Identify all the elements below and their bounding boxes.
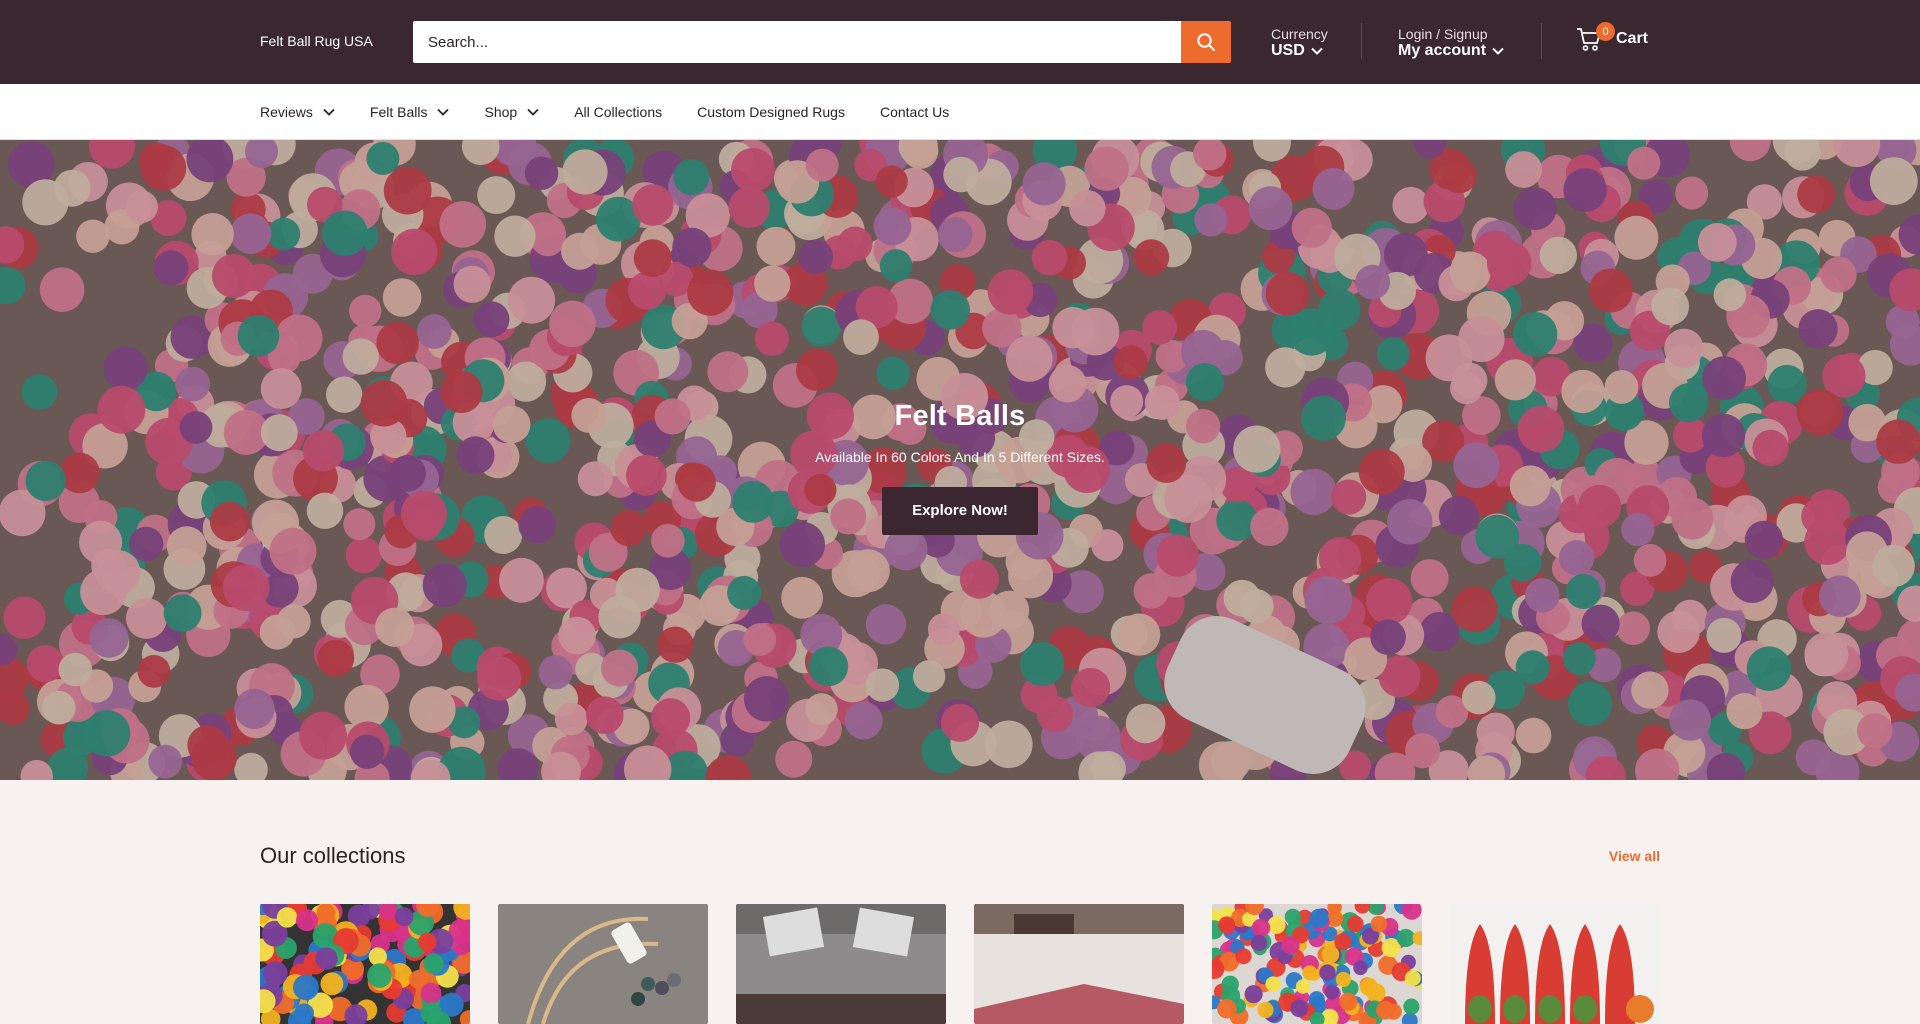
currency-value: USD — [1271, 42, 1305, 59]
nav-item-label: Custom Designed Rugs — [697, 103, 845, 120]
explore-now-button[interactable]: Explore Now! — [882, 487, 1038, 535]
login-signup-label: Login / Signup — [1398, 26, 1488, 42]
nav-item-felt-balls[interactable]: Felt Balls — [370, 104, 450, 120]
hero-content: Felt Balls Available In 60 Colors And In… — [0, 400, 1920, 535]
collection-card[interactable] — [1212, 904, 1422, 1024]
chevron-down-icon — [437, 108, 450, 116]
main-nav: Reviews Felt Balls Shop All Collections … — [0, 84, 1920, 140]
nav-item-label: Shop — [484, 103, 518, 120]
chevron-down-icon — [1311, 47, 1323, 55]
hero-banner: Felt Balls Available In 60 Colors And In… — [0, 140, 1920, 780]
felt-slippers-image — [1450, 904, 1660, 1024]
nav-item-all-collections[interactable]: All Collections — [574, 104, 662, 120]
collections-grid — [260, 904, 1660, 1024]
nav-item-label: Contact Us — [879, 103, 950, 120]
nav-item-reviews[interactable]: Reviews — [260, 104, 335, 120]
sofa-cushions-image — [736, 904, 946, 1024]
chevron-down-icon — [323, 108, 335, 116]
search-button[interactable] — [1181, 21, 1231, 63]
header-divider — [1541, 23, 1542, 59]
colorful-felt-balls-image — [260, 904, 470, 1024]
cart-button[interactable]: 0 Cart — [1576, 22, 1649, 52]
nav-item-custom-designed-rugs[interactable]: Custom Designed Rugs — [697, 104, 845, 120]
nav-item-label: Felt Balls — [369, 103, 428, 120]
header-bar: Felt Ball Rug USA Search... Currency USD… — [0, 0, 1920, 84]
rug-making-supplies-image — [498, 904, 708, 1024]
cart-label: Cart — [1616, 30, 1649, 47]
view-all-link[interactable]: View all — [1609, 848, 1660, 864]
nav-item-contact-us[interactable]: Contact Us — [880, 104, 949, 120]
nav-item-shop[interactable]: Shop — [484, 104, 539, 120]
chevron-down-icon — [527, 108, 539, 116]
account-menu[interactable]: Login / Signup My account — [1398, 26, 1504, 60]
search-input[interactable]: Search... — [413, 21, 1181, 63]
collection-card[interactable] — [736, 904, 946, 1024]
collection-card[interactable] — [498, 904, 708, 1024]
my-account-label: My account — [1398, 42, 1487, 59]
collection-card[interactable] — [1450, 904, 1660, 1024]
cart-count-badge: 0 — [1596, 22, 1615, 41]
hero-title: Felt Balls — [894, 400, 1026, 432]
nav-item-label: All Collections — [574, 103, 663, 120]
search-form: Search... — [413, 21, 1231, 63]
collections-title: Our collections — [260, 843, 406, 868]
round-felt-ball-rug-image — [1212, 904, 1422, 1024]
rug-on-floor-image — [974, 904, 1184, 1024]
collection-card[interactable] — [260, 904, 470, 1024]
search-icon — [1197, 33, 1215, 51]
currency-selector[interactable]: Currency USD — [1271, 26, 1328, 60]
hero-subtitle: Available In 60 Colors And In 5 Differen… — [815, 449, 1105, 465]
nav-item-label: Reviews — [260, 103, 313, 120]
collection-card[interactable] — [974, 904, 1184, 1024]
currency-label: Currency — [1271, 26, 1328, 42]
header-divider — [1361, 23, 1362, 59]
chevron-down-icon — [1492, 47, 1504, 55]
collections-section: Our collections View all — [0, 780, 1920, 1024]
site-logo[interactable]: Felt Ball Rug USA — [260, 33, 373, 49]
